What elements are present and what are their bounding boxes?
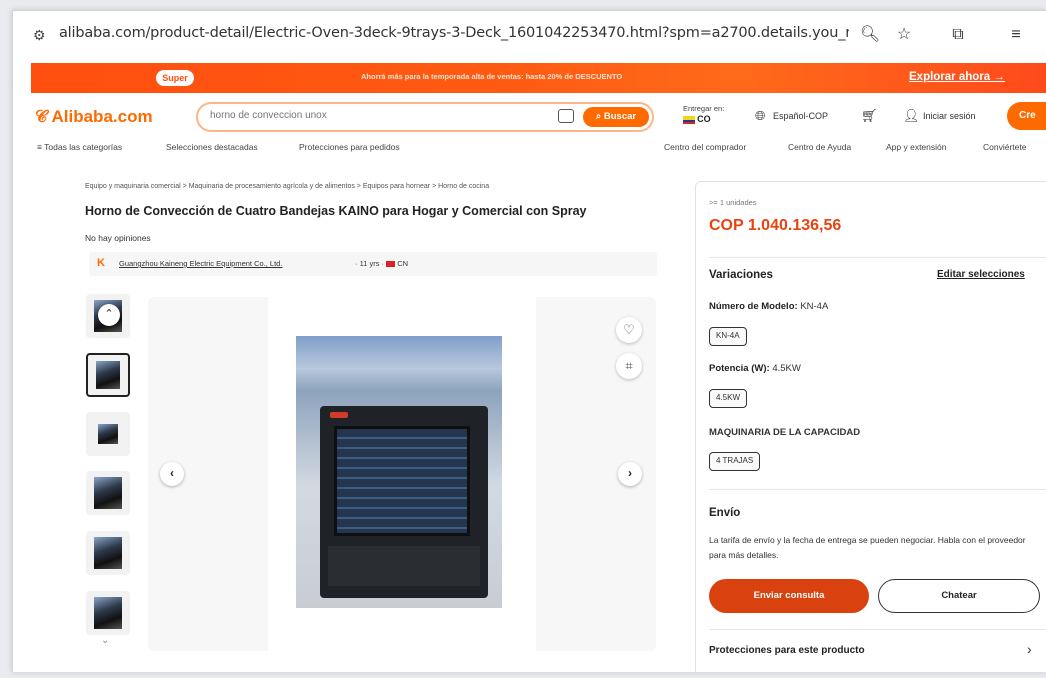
nav-featured[interactable]: Selecciones destacadas (166, 142, 258, 152)
power-option-chip[interactable]: 4.5KW (709, 389, 748, 408)
supplier-years: · 11 yrs · (355, 259, 385, 268)
product-image[interactable] (296, 336, 502, 608)
camera-icon[interactable] (558, 109, 574, 123)
oven-body (320, 406, 488, 598)
min-order-units: >= 1 unidades (709, 198, 757, 207)
edit-selections-link[interactable]: Editar selecciones (937, 269, 1025, 280)
power-attribute: Potencia (W): 4.5KW (709, 363, 801, 374)
thumbnail-selected[interactable] (86, 353, 130, 397)
breadcrumb[interactable]: Equipo y maquinaria comercial > Maquinar… (85, 183, 489, 190)
model-label: Número de Modelo: (709, 301, 798, 312)
power-label: Potencia (W): (709, 363, 770, 374)
divider (709, 257, 1046, 258)
chat-button[interactable]: Chatear (878, 579, 1040, 613)
site-settings-icon[interactable]: ⚙ (33, 27, 51, 43)
product-protections-link[interactable]: Protecciones para este producto (709, 645, 865, 656)
thumbnail-image (94, 537, 122, 569)
deliver-to[interactable]: Entregar en: CO (683, 104, 724, 125)
gallery-prev-icon[interactable]: ‹ (160, 462, 184, 486)
supplier-meta: · 11 yrs · CN (355, 259, 408, 268)
thumbnails-up-icon[interactable]: ⌃ (98, 304, 120, 326)
globe-icon[interactable]: 🌐︎ (755, 108, 765, 124)
thumbnail-image (98, 424, 118, 444)
bookmark-star-icon[interactable]: ☆ (893, 24, 915, 46)
divider (709, 489, 1046, 490)
promo-text: Ahorrá más para la temporada alta de ven… (361, 72, 623, 81)
divider (709, 629, 1046, 630)
supplier-bar: K Guangzhou Kaineng Electric Equipment C… (89, 252, 657, 276)
oven-door-glass (334, 426, 470, 536)
nav-app[interactable]: App y extensión (886, 142, 946, 152)
model-option-chip[interactable]: KN-4A (709, 327, 747, 346)
supplier-logo: K (97, 257, 105, 269)
nav-become[interactable]: Conviértete (983, 142, 1026, 152)
signin-link[interactable]: Iniciar sesión (923, 111, 976, 121)
nav-help-center[interactable]: Centro de Ayuda (788, 142, 851, 152)
thumbnail-image (94, 477, 122, 509)
supplier-country: CN (397, 259, 409, 268)
promo-banner[interactable]: Super Ahorrá más para la temporada alta … (31, 63, 1046, 93)
nav-protections[interactable]: Protecciones para pedidos (299, 142, 400, 152)
thumbnail[interactable] (86, 531, 130, 575)
price: COP 1.040.136,56 (709, 217, 842, 234)
url-text[interactable]: alibaba.com/product-detail/Electric-Oven… (59, 25, 849, 45)
product-title: Horno de Convección de Cuatro Bandejas K… (85, 204, 587, 218)
logo-text: Alibaba.com (51, 107, 153, 126)
alibaba-logo[interactable]: 𝒞 Alibaba.com (35, 107, 153, 127)
thumbnail[interactable] (86, 471, 130, 515)
thumbnail-image (94, 597, 122, 629)
model-attribute: Número de Modelo: KN-4A (709, 301, 828, 312)
shipping-text: La tarifa de envío y la fecha de entrega… (709, 535, 1026, 560)
shipping-title: Envío (709, 507, 741, 519)
capacity-label: MAQUINARIA DE LA CAPACIDAD (709, 427, 861, 438)
zoom-icon[interactable]: 🔍︎ (859, 24, 881, 46)
search-bar: ⌕ Buscar (196, 102, 654, 132)
extensions-icon[interactable]: ⧉ (947, 24, 969, 46)
model-value: KN-4A (800, 301, 829, 312)
favorite-heart-icon[interactable]: ♡ (616, 317, 642, 343)
thumbnail[interactable] (86, 591, 130, 635)
browser-window: ⚙ alibaba.com/product-detail/Electric-Ov… (12, 10, 1046, 672)
explore-now-link[interactable]: Explorar ahora → (909, 71, 1005, 83)
send-inquiry-button[interactable]: Enviar consulta (709, 579, 869, 613)
gallery-next-icon[interactable]: › (618, 462, 642, 486)
search-button-label: Buscar (603, 111, 637, 122)
nav-all-categories[interactable]: ≡ Todas las categorías (37, 142, 122, 152)
search-button[interactable]: ⌕ Buscar (583, 107, 649, 127)
colombia-flag-icon (683, 116, 695, 125)
language-selector[interactable]: Español-COP (773, 111, 828, 121)
capacity-option-chip[interactable]: 4 TRAJAS (709, 452, 761, 471)
supplier-name-link[interactable]: Guangzhou Kaineng Electric Equipment Co.… (119, 259, 282, 268)
deliver-label: Entregar en: (683, 104, 725, 113)
user-icon[interactable]: 👤︎ (903, 108, 920, 124)
thumbnail[interactable] (86, 412, 130, 456)
chevron-right-icon[interactable]: › (1027, 641, 1032, 657)
china-flag-icon (386, 261, 396, 268)
address-bar: ⚙ alibaba.com/product-detail/Electric-Ov… (13, 11, 1046, 59)
image-search-icon[interactable]: ⌗ (616, 353, 642, 379)
oven-control-panel (328, 546, 480, 586)
media-control-icon[interactable]: ≡ (1005, 24, 1027, 46)
nav-buyer-center[interactable]: Centro del comprador (664, 142, 746, 152)
power-value: 4.5KW (772, 363, 801, 374)
variations-title: Variaciones (709, 269, 773, 281)
search-input[interactable] (210, 110, 550, 121)
deliver-country: CO (697, 114, 711, 124)
cart-icon[interactable]: 🛒︎ (861, 108, 878, 124)
thumbnails-down-icon[interactable]: ⌄ (101, 635, 109, 646)
reviews-text: No hay opiniones (85, 233, 151, 243)
promo-badge: Super (156, 70, 194, 86)
oven-handle (330, 412, 348, 418)
thumbnail-image (96, 361, 120, 389)
create-account-button[interactable]: Cre (1007, 102, 1046, 130)
